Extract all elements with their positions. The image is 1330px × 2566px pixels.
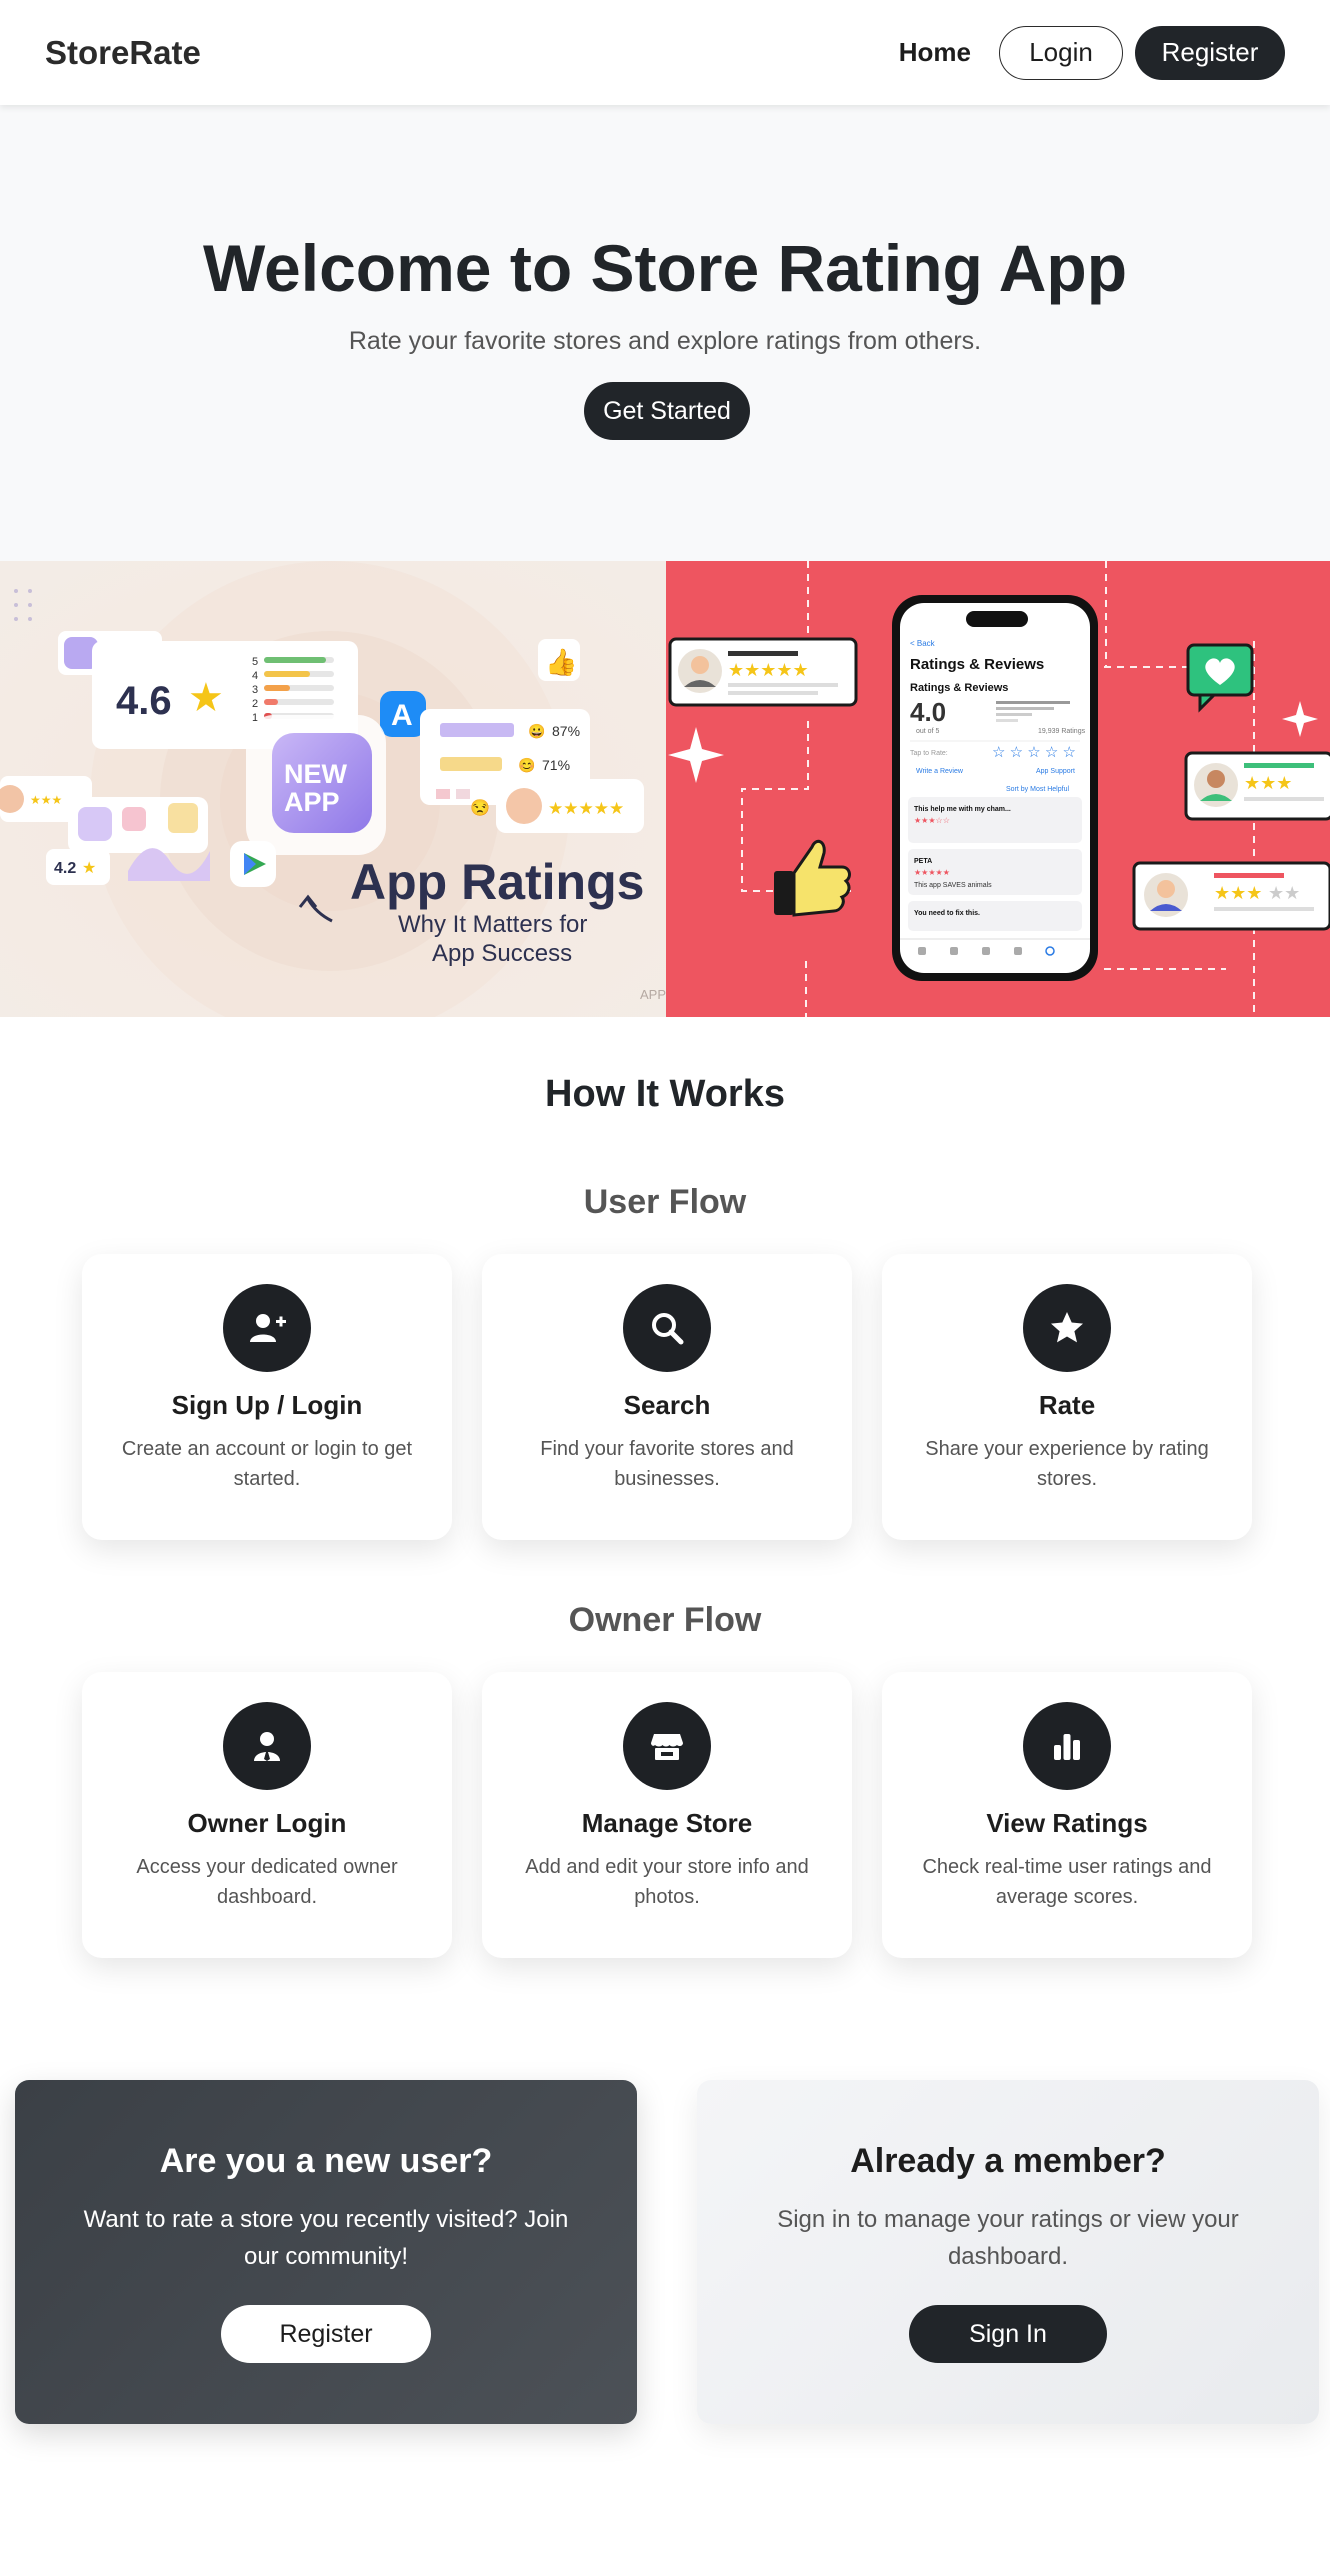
banner-tagline-2: App Success (432, 940, 572, 967)
member-text: Sign in to manage your ratings or view y… (777, 2206, 1239, 2270)
phone-score: 4.0 (910, 697, 946, 727)
card-sign-up-login[interactable]: Sign Up / Login Create an account or log… (82, 1254, 452, 1540)
svg-text:★★★★★: ★★★★★ (728, 660, 809, 680)
gold-star-icon: ★ (188, 676, 224, 720)
svg-text:★★★★★: ★★★★★ (548, 799, 624, 818)
percent-87-label: 87% (552, 723, 580, 739)
owner-flow-title: Owner Flow (568, 1601, 762, 1639)
phone-app-support: App Support (1036, 768, 1075, 775)
phone-review2-title: PETA (914, 858, 932, 865)
card-description: Add and edit your store info and photos. (525, 1856, 809, 1908)
card-title: Manage Store (581, 1808, 753, 1838)
banner-watermark: APP (640, 987, 666, 1002)
nav-links: Home Login Register (899, 25, 1285, 80)
percent-71-label: 71% (542, 757, 570, 773)
card-manage-store[interactable]: Manage Store Add and edit your store inf… (482, 1672, 852, 1958)
star-icon (1023, 1284, 1111, 1372)
phone-count: 19,939 Ratings (1038, 728, 1086, 735)
card-title: Owner Login (187, 1808, 347, 1838)
card-title: Search (623, 1390, 711, 1420)
bar-label-2: 2 (252, 698, 258, 710)
phone-subheader: Ratings & Reviews (910, 682, 1008, 694)
svg-text:★: ★ (82, 860, 96, 877)
app-ratings-banner: 4.6 ★ 5 4 3 2 1 👍 A 😀 87% 😊 71% ★★★ 4.2 … (0, 561, 666, 1017)
new-user-text: Want to rate a store you recently visite… (83, 2206, 569, 2270)
card-description: Find your favorite stores and businesses… (540, 1438, 794, 1490)
card-title: Sign Up / Login (171, 1390, 363, 1420)
hero-section: Welcome to Store Rating App Rate your fa… (0, 105, 1330, 561)
user-plus-icon (223, 1284, 311, 1372)
phone-mockup: < Back Ratings & Reviews Ratings & Revie… (892, 595, 1098, 981)
new-user-title: Are you a new user? (159, 2142, 493, 2180)
hero-title: Welcome to Store Rating App (202, 231, 1128, 305)
hero-subtitle: Rate your favorite stores and explore ra… (348, 327, 982, 355)
card-description: Access your dedicated owner dashboard. (136, 1856, 398, 1908)
card-owner-login[interactable]: Owner Login Access your dedicated owner … (82, 1672, 452, 1958)
svg-text:★★★: ★★★ (1214, 883, 1262, 903)
svg-text:★★: ★★ (1268, 883, 1300, 903)
svg-text:★★★☆☆: ★★★☆☆ (914, 816, 950, 825)
app-store-icon: A (391, 699, 413, 732)
phone-review3-title: You need to fix this. (914, 910, 980, 917)
bar-label-5: 5 (252, 656, 258, 668)
new-app-line1: NEW (284, 759, 348, 789)
new-user-cta: Are you a new user? Want to rate a store… (15, 2080, 637, 2424)
brand-logo[interactable]: StoreRate (45, 34, 201, 72)
card-view-ratings[interactable]: View Ratings Check real-time user rating… (882, 1672, 1252, 1958)
phone-tap-label: Tap to Rate: (910, 750, 948, 757)
phone-header: Ratings & Reviews (910, 656, 1044, 673)
card-search[interactable]: Search Find your favorite stores and bus… (482, 1254, 852, 1540)
svg-text:😊: 😊 (518, 757, 535, 773)
login-button[interactable]: Login (999, 25, 1123, 80)
cta-register-button[interactable]: Register (221, 2305, 431, 2363)
rating-4-6-label: 4.6 (116, 679, 172, 723)
thumbs-up-icon: 👍 (545, 647, 577, 677)
bar-chart-icon (1023, 1702, 1111, 1790)
rating-4-2-label: 4.2 (54, 860, 76, 877)
banner-headline: App Ratings (350, 854, 644, 910)
phone-outof: out of 5 (916, 728, 939, 735)
phone-sort: Sort by Most Helpful (1006, 786, 1069, 793)
store-icon (623, 1702, 711, 1790)
banner-tagline-1: Why It Matters for (398, 911, 587, 938)
user-flow-title: User Flow (583, 1183, 747, 1221)
card-title: View Ratings (986, 1808, 1148, 1838)
phone-review1-title: This help me with my cham... (914, 806, 1011, 813)
svg-text:😒: 😒 (470, 799, 490, 817)
phone-back-link: < Back (910, 639, 936, 648)
search-icon (623, 1284, 711, 1372)
svg-text:☆ ☆ ☆ ☆ ☆: ☆ ☆ ☆ ☆ ☆ (992, 744, 1076, 761)
sign-in-button[interactable]: Sign In (909, 2305, 1107, 2363)
card-description: Check real-time user ratings and average… (922, 1856, 1212, 1908)
member-cta: Already a member? Sign in to manage your… (697, 2080, 1319, 2424)
phone-review2-text: This app SAVES animals (914, 882, 992, 889)
member-title: Already a member? (850, 2142, 1166, 2180)
new-app-line2: APP (284, 787, 340, 817)
phone-write-review: Write a Review (916, 768, 964, 775)
card-description: Share your experience by rating stores. (925, 1438, 1209, 1490)
svg-text:😀: 😀 (528, 723, 545, 739)
bar-label-3: 3 (252, 684, 258, 696)
card-rate[interactable]: Rate Share your experience by rating sto… (882, 1254, 1252, 1540)
svg-text:★★★★★: ★★★★★ (914, 868, 950, 877)
navbar: StoreRate Home Login Register (0, 0, 1330, 105)
register-button[interactable]: Register (1135, 25, 1285, 80)
card-title: Rate (1038, 1390, 1096, 1420)
how-it-works-title: How It Works (545, 1073, 785, 1115)
card-description: Create an account or login to get starte… (121, 1438, 413, 1490)
user-tie-icon (223, 1702, 311, 1790)
get-started-button[interactable]: Get Started (584, 382, 750, 440)
ratings-reviews-banner: ★★★★★ ★★★ ★★★ ★★ < Back Ratings & Review… (666, 561, 1330, 1017)
svg-text:★★★: ★★★ (1244, 773, 1292, 793)
svg-text:★★★: ★★★ (30, 793, 62, 807)
bar-label-4: 4 (252, 670, 258, 682)
nav-home-link[interactable]: Home (899, 37, 971, 68)
